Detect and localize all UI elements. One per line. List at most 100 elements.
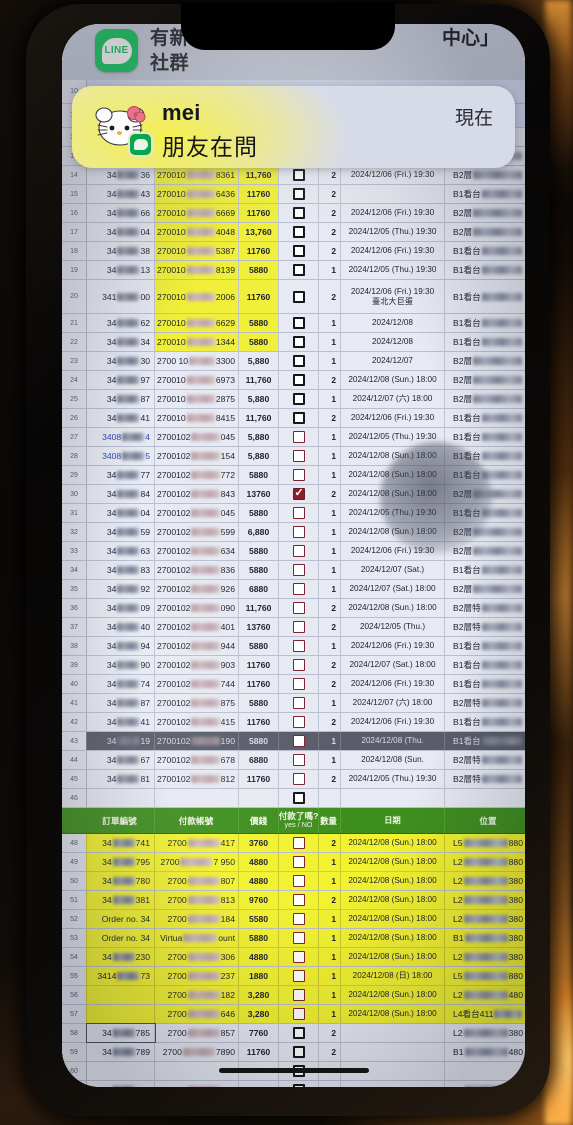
cell-date[interactable] — [341, 1081, 445, 1087]
table-row[interactable]: 27 3408 4 2700102 045 5,880 1 2024/12/05 (Thu.)… — [62, 428, 525, 447]
cell-payment-account[interactable]: 2700102 599 — [155, 523, 239, 541]
cell-payment-account[interactable]: 2700102 678 — [155, 751, 239, 769]
cell-date[interactable]: 2024/12/08 (Sun.) 18:00 — [341, 1005, 445, 1023]
cell-date[interactable]: 2024/12/05 (Thu.) 19:30 — [341, 428, 445, 446]
home-indicator[interactable] — [218, 1068, 369, 1073]
cell-date[interactable]: 2024/12/06 (Fri.) 19:30 — [341, 713, 445, 731]
cell-location[interactable]: B1看台 — [445, 314, 525, 332]
checkbox-unchecked[interactable] — [292, 678, 305, 690]
cell-payment-account[interactable]: 270010 8415 — [155, 409, 239, 427]
cell-paid[interactable] — [279, 185, 319, 203]
row-number[interactable]: 34 — [62, 561, 87, 579]
cell-payment-account[interactable]: 2700102 045 — [155, 428, 239, 446]
cell-order-no[interactable]: 34 63 — [87, 542, 155, 560]
table-row[interactable]: 52 Order no. 34 2700 184 5580 1 2024/12/08 (Su… — [62, 910, 525, 929]
cell-payment-account[interactable]: 2700102 926 — [155, 580, 239, 598]
checkbox-unchecked[interactable] — [292, 188, 305, 200]
table-row[interactable]: 48 34 741 2700 417 3760 2 2024/12/08 (Sun.) 18:… — [62, 834, 525, 853]
row-number[interactable]: 19 — [62, 261, 87, 279]
cell-location[interactable]: B1 480 — [445, 1043, 525, 1061]
cell-date[interactable]: 2024/12/08 — [341, 333, 445, 351]
cell-order-no[interactable]: 34 230 — [87, 948, 155, 966]
cell-paid[interactable] — [279, 1043, 319, 1061]
cell-paid[interactable] — [279, 910, 319, 928]
checkbox-unchecked[interactable] — [292, 1084, 305, 1087]
cell-price[interactable]: 5880 — [239, 542, 279, 560]
cell-paid[interactable] — [279, 409, 319, 427]
cell-paid[interactable] — [279, 713, 319, 731]
cell-qty[interactable]: 2 — [319, 1081, 341, 1087]
cell-paid[interactable] — [279, 967, 319, 985]
row-number[interactable]: 27 — [62, 428, 87, 446]
row-number[interactable]: 17 — [62, 223, 87, 241]
cell-order-no[interactable]: 34 92 — [87, 580, 155, 598]
row-number[interactable]: 21 — [62, 314, 87, 332]
cell-payment-account[interactable]: 2700 7 950 — [155, 853, 239, 871]
cell-price[interactable]: 1880 — [239, 967, 279, 985]
cell-qty[interactable]: 2 — [319, 280, 341, 313]
cell-date[interactable]: 2024/12/07 (Sat.) 18:00 — [341, 580, 445, 598]
cell-location[interactable]: L4看台411 — [445, 1005, 525, 1023]
cell-date[interactable]: 2024/12/07 (Sat.) — [341, 561, 445, 579]
cell-qty[interactable]: 1 — [319, 986, 341, 1004]
cell-qty[interactable]: 2 — [319, 656, 341, 674]
cell-order-no[interactable]: 3414 73 — [87, 967, 155, 985]
cell-paid[interactable] — [279, 1081, 319, 1087]
checkbox-unchecked[interactable] — [292, 735, 305, 747]
cell-paid[interactable] — [279, 428, 319, 446]
row-number[interactable]: 35 — [62, 580, 87, 598]
cell-price[interactable]: 11760 — [239, 185, 279, 203]
cell-location[interactable]: B2層特 — [445, 618, 525, 636]
cell-qty[interactable]: 1 — [319, 561, 341, 579]
row-number[interactable]: 37 — [62, 618, 87, 636]
cell-price[interactable]: 4880 — [239, 853, 279, 871]
row-number[interactable]: 26 — [62, 409, 87, 427]
cell-location[interactable]: B1看台 — [445, 637, 525, 655]
cell-qty[interactable]: 1 — [319, 751, 341, 769]
cell-date[interactable]: 2024/12/08 (日) 18:00 — [341, 967, 445, 985]
cell-payment-account[interactable]: 2700 807 — [155, 872, 239, 890]
cell-order-no[interactable]: 34 87 — [87, 694, 155, 712]
row-number[interactable]: 38 — [62, 637, 87, 655]
row-number[interactable]: 14 — [62, 166, 87, 184]
table-row[interactable]: 55 3414 73 2700 237 1880 1 2024/12/08 (日) 18:00… — [62, 967, 525, 986]
cell-date[interactable]: 2024/12/08 (Sun.) 18:00 — [341, 447, 445, 465]
cell-location[interactable]: B1看台 — [445, 732, 525, 750]
cell-paid[interactable] — [279, 656, 319, 674]
cell-paid[interactable] — [279, 466, 319, 484]
cell-price[interactable]: 3,280 — [239, 1005, 279, 1023]
cell-price[interactable]: 11,760 — [239, 599, 279, 617]
cell-order-no[interactable]: 34 36 — [87, 166, 155, 184]
cell-date[interactable]: 2024/12/05 (Thu.) 19:30 — [341, 261, 445, 279]
cell-location[interactable]: B1看台 — [445, 428, 525, 446]
cell-location[interactable]: B1 480 — [445, 1081, 525, 1087]
cell-date[interactable]: 2024/12/08 (Sun.) 18:00 — [341, 891, 445, 909]
cell-location[interactable]: B1看台 — [445, 656, 525, 674]
cell-price[interactable]: 13,760 — [239, 223, 279, 241]
cell-order-no[interactable] — [87, 1005, 155, 1023]
cell-qty[interactable]: 1 — [319, 948, 341, 966]
cell-qty[interactable]: 1 — [319, 261, 341, 279]
cell-paid[interactable] — [279, 447, 319, 465]
cell-paid[interactable] — [279, 599, 319, 617]
table-row[interactable]: 31 34 04 2700102 045 5880 1 2024/12/05 (Thu.) 1… — [62, 504, 525, 523]
table-row[interactable]: 51 34 381 2700 813 9760 2 2024/12/08 (Sun.) 18:… — [62, 891, 525, 910]
spreadsheet-main-rows[interactable]: 1234133439270010739811,76022024/12/06 (F… — [62, 128, 525, 808]
cell-price[interactable]: 6880 — [239, 580, 279, 598]
cell-qty[interactable]: 1 — [319, 872, 341, 890]
checkbox-unchecked[interactable] — [292, 264, 305, 276]
row-number[interactable]: 53 — [62, 929, 87, 947]
cell-location[interactable]: L2 880 — [445, 853, 525, 871]
table-row[interactable]: 34 34 83 2700102 836 5880 1 2024/12/07 (Sat.) B1… — [62, 561, 525, 580]
checkbox-unchecked[interactable] — [292, 875, 305, 887]
table-row[interactable]: 30 34 84 2700102 843 13760 2 2024/12/08 (Sun.) … — [62, 485, 525, 504]
cell-price[interactable]: 5880 — [239, 333, 279, 351]
cell-location[interactable]: B2層 — [445, 523, 525, 541]
cell-qty[interactable]: 1 — [319, 314, 341, 332]
cell-date[interactable]: 2024/12/06 (Fri.) 19:30 — [341, 204, 445, 222]
cell-location[interactable]: L5 880 — [445, 967, 525, 985]
checkbox-unchecked[interactable] — [292, 602, 305, 614]
cell-payment-account[interactable]: 2700 857 — [155, 1024, 239, 1042]
cell-price[interactable]: 11,760 — [239, 409, 279, 427]
cell-payment-account[interactable]: 2700102 154 — [155, 447, 239, 465]
